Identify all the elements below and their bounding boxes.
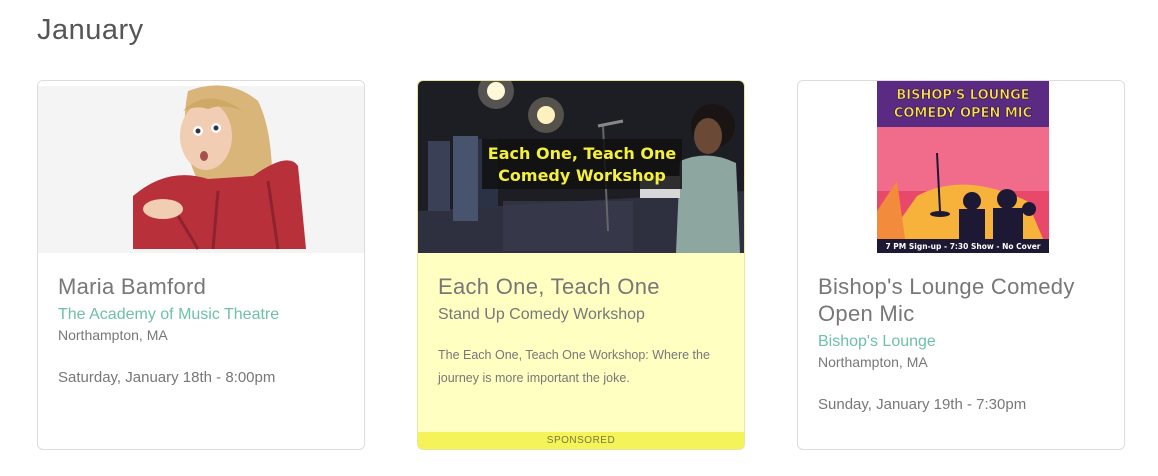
venue-link[interactable]: Bishop's Lounge [818, 331, 1104, 353]
poster-title-line2: COMEDY OPEN MIC [894, 106, 1032, 121]
event-image-maria-bamford[interactable] [38, 81, 364, 253]
event-subtitle: Stand Up Comedy Workshop [438, 306, 645, 323]
sponsored-badge: SPONSORED [418, 432, 744, 449]
poster-footer: 7 PM Sign-up - 7:30 Show - No Cover [885, 242, 1040, 251]
event-card-bishops-lounge[interactable]: BISHOP'S LOUNGE COMEDY OPEN MIC 7 PM Sig… [797, 80, 1125, 450]
image-caption-line2: Comedy Workshop [498, 166, 666, 185]
event-date: Sunday, January 19th - 7:30pm [818, 396, 1027, 413]
event-card-each-one-teach-one[interactable]: Each One, Teach One Comedy Workshop Each… [417, 80, 745, 450]
event-image-bishops-lounge[interactable]: BISHOP'S LOUNGE COMEDY OPEN MIC 7 PM Sig… [798, 81, 1124, 253]
event-city: Northampton, MA [58, 327, 168, 343]
event-date: Saturday, January 18th - 8:00pm [58, 369, 276, 386]
event-title[interactable]: Maria Bamford [58, 273, 344, 300]
poster-title-line1: BISHOP'S LOUNGE [896, 88, 1029, 103]
event-description: The Each One, Teach One Workshop: Where … [438, 348, 710, 385]
event-image-workshop[interactable]: Each One, Teach One Comedy Workshop [418, 81, 744, 253]
event-card-maria-bamford[interactable]: Maria Bamford The Academy of Music Theat… [37, 80, 365, 450]
venue-link[interactable]: The Academy of Music Theatre [58, 304, 344, 326]
event-title[interactable]: Bishop's Lounge Comedy Open Mic [818, 273, 1104, 327]
image-caption-line1: Each One, Teach One [488, 144, 677, 163]
event-city: Northampton, MA [818, 354, 928, 370]
month-heading: January [37, 14, 144, 46]
event-title[interactable]: Each One, Teach One [438, 273, 724, 300]
